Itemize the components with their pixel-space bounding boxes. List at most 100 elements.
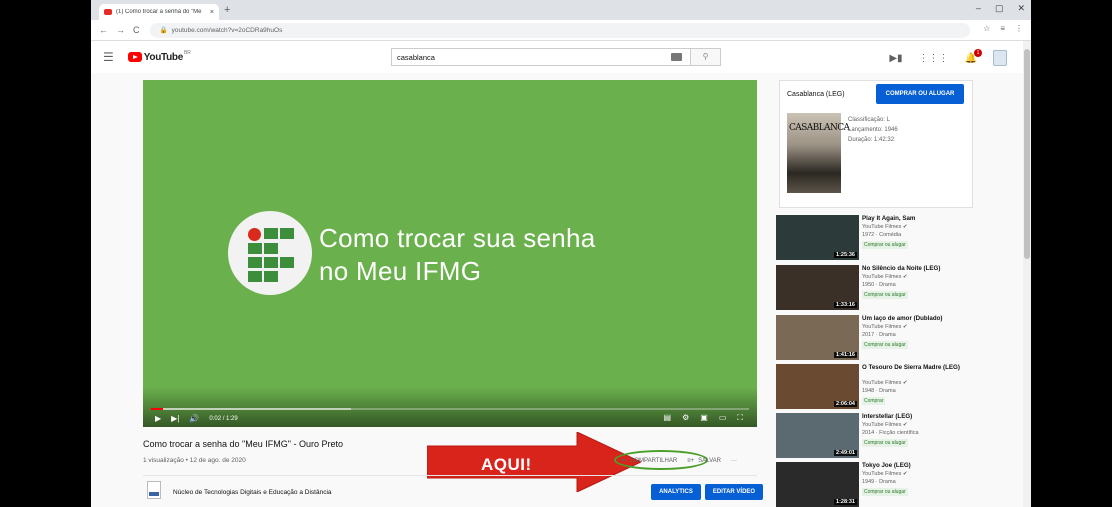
- notifications-bell-icon[interactable]: 🔔 1: [965, 48, 982, 64]
- movie-release: Lançamento: 1946: [848, 127, 898, 133]
- progress-bar[interactable]: [151, 408, 749, 410]
- recommendation-thumbnail[interactable]: 1:33:16: [776, 265, 859, 310]
- next-icon[interactable]: ▶|: [171, 414, 179, 423]
- recommendation-item[interactable]: 2:06:04 O Tesouro De Sierra Madre (LEG) Yo…: [776, 364, 976, 412]
- create-video-icon[interactable]: ▶▮: [889, 53, 902, 64]
- restore-icon[interactable]: ▢: [995, 3, 1004, 14]
- recommendation-channel[interactable]: YouTube Filmes ✔: [862, 471, 907, 477]
- bookmark-star-icon[interactable]: ☆: [983, 24, 990, 33]
- edit-video-button[interactable]: EDITAR VÍDEO: [705, 484, 763, 500]
- movie-poster[interactable]: CASABLANCA: [787, 113, 850, 193]
- recommendation-thumbnail[interactable]: 2:49:01: [776, 413, 859, 458]
- account-avatar[interactable]: [993, 50, 1007, 66]
- recommendation-title[interactable]: Um laço de amor (Dublado): [862, 315, 970, 323]
- recommendation-thumbnail[interactable]: 1:28:31: [776, 462, 859, 507]
- share-button[interactable]: ➦ COMPARTILHAR: [621, 457, 678, 465]
- recommendation-thumbnail[interactable]: 1:25:36: [776, 215, 859, 260]
- purchase-badge: Comprar: [862, 397, 886, 405]
- play-icon[interactable]: ▶: [155, 414, 161, 423]
- recommendation-title[interactable]: O Tesouro De Sierra Madre (LEG): [862, 364, 970, 372]
- recommendation-item[interactable]: 1:28:31 Tokyo Joe (LEG) YouTube Filmes ✔ 19…: [776, 462, 976, 507]
- window-controls: – ▢ ✕: [976, 3, 1025, 14]
- theater-mode-icon[interactable]: ▭: [719, 413, 727, 423]
- annotation-label: AQUI!: [481, 455, 532, 474]
- reload-icon[interactable]: C: [133, 25, 140, 35]
- poster-title: CASABLANCA: [789, 123, 850, 133]
- movie-info: Classificação: L Lançamento: 1946 Duraçã…: [848, 115, 898, 145]
- close-tab-icon[interactable]: ×: [210, 9, 214, 16]
- forward-icon[interactable]: →: [116, 25, 125, 35]
- apps-grid-icon[interactable]: ⋮⋮⋮: [919, 53, 949, 64]
- tab-strip: (1) Como trocar a senha do "Me × + – ▢ ✕: [91, 0, 1031, 20]
- youtube-header: ☰ YouTube BR casablanca ⚲ ▶▮ ⋮⋮⋮ 🔔 1: [91, 41, 1031, 73]
- movie-title[interactable]: Casablanca (LEG): [787, 91, 845, 98]
- reading-list-icon[interactable]: ≡: [1000, 24, 1005, 33]
- video-title: Como trocar a senha do "Meu IFMG" - Ouro…: [143, 439, 343, 449]
- recommendation-channel[interactable]: YouTube Filmes ✔: [862, 380, 907, 386]
- miniplayer-icon[interactable]: ▣: [700, 413, 708, 423]
- recommendation-meta: 1949 · Drama: [862, 479, 896, 485]
- scrollbar-thumb[interactable]: [1024, 49, 1030, 259]
- notification-badge: 1: [974, 48, 982, 57]
- recommendation-title[interactable]: Interstellar (LEG): [862, 413, 970, 421]
- share-label: COMPARTILHAR: [630, 457, 678, 464]
- divider: [143, 475, 757, 476]
- minimize-icon[interactable]: –: [976, 3, 981, 14]
- header-actions: ▶▮ ⋮⋮⋮ 🔔 1: [889, 48, 1007, 66]
- video-player[interactable]: Como trocar sua senha no Meu IFMG ▶ ▶| 🔊…: [143, 80, 757, 427]
- search-input[interactable]: casablanca ⚲: [391, 48, 721, 66]
- recommendation-channel[interactable]: YouTube Filmes ✔: [862, 324, 907, 330]
- recommendation-title[interactable]: Tokyo Joe (LEG): [862, 462, 970, 470]
- recommendation-item[interactable]: 2:49:01 Interstellar (LEG) YouTube Filmes …: [776, 413, 976, 461]
- analytics-button[interactable]: ANALYTICS: [651, 484, 701, 500]
- player-controls-right: ▤ ⚙ ▣ ▭ ⛶: [664, 413, 743, 423]
- buy-or-rent-button[interactable]: COMPRAR OU ALUGAR: [876, 84, 964, 104]
- video-slide-title-line2: no Meu IFMG: [319, 256, 482, 286]
- recommendation-channel[interactable]: YouTube Filmes ✔: [862, 224, 907, 230]
- browser-tab[interactable]: (1) Como trocar a senha do "Me ×: [99, 4, 219, 20]
- browser-menu-icon[interactable]: ⋮: [1015, 24, 1023, 33]
- save-label: SALVAR: [698, 457, 721, 464]
- recommendation-item[interactable]: 1:25:36 Play It Again, Sam YouTube Filmes …: [776, 215, 976, 263]
- close-window-icon[interactable]: ✕: [1017, 3, 1025, 14]
- back-icon[interactable]: ←: [99, 25, 108, 35]
- recommendation-item[interactable]: 1:33:16 No Silêncio da Noite (LEG) YouTube…: [776, 265, 976, 313]
- recommendation-channel[interactable]: YouTube Filmes ✔: [862, 274, 907, 280]
- lock-icon: 🔒: [159, 27, 168, 34]
- channel-name[interactable]: Núcleo de Tecnologias Digitais e Educaçã…: [173, 489, 332, 496]
- search-icon: ⚲: [702, 52, 709, 61]
- save-button[interactable]: ≡+ SALVAR: [687, 458, 721, 464]
- region-code: BR: [183, 50, 191, 56]
- movie-duration: Duração: 1:42:32: [848, 137, 895, 143]
- time-display: 0:02 / 1:29: [209, 415, 238, 422]
- volume-icon[interactable]: 🔊: [189, 414, 199, 423]
- channel-avatar[interactable]: [147, 481, 161, 499]
- player-controls-left: ▶ ▶| 🔊 0:02 / 1:29: [155, 414, 238, 423]
- recommendation-item[interactable]: 1:41:16 Um laço de amor (Dublado) YouTube …: [776, 315, 976, 363]
- fullscreen-icon[interactable]: ⛶: [737, 413, 743, 423]
- search-button[interactable]: ⚲: [690, 49, 720, 65]
- buffer-bar: [151, 408, 351, 410]
- ifmg-logo-icon: [228, 211, 312, 295]
- subtitles-icon[interactable]: ▤: [664, 413, 672, 423]
- new-tab-button[interactable]: +: [224, 4, 230, 16]
- more-actions-icon[interactable]: ···: [731, 458, 737, 464]
- purchase-badge: Comprar ou alugar: [862, 488, 908, 496]
- recommendation-title[interactable]: No Silêncio da Noite (LEG): [862, 265, 970, 273]
- movie-offer-card: Casablanca (LEG) COMPRAR OU ALUGAR CASAB…: [779, 80, 973, 208]
- youtube-logo[interactable]: YouTube BR: [127, 50, 191, 63]
- duration-badge: 1:25:36: [834, 252, 857, 258]
- recommendation-title[interactable]: Play It Again, Sam: [862, 215, 970, 223]
- recommendation-thumbnail[interactable]: 2:06:04: [776, 364, 859, 409]
- page-scrollbar[interactable]: [1023, 41, 1031, 507]
- recommendation-channel[interactable]: YouTube Filmes ✔: [862, 422, 907, 428]
- duration-badge: 2:49:01: [834, 450, 857, 456]
- duration-badge: 1:41:16: [834, 352, 857, 358]
- hamburger-menu-icon[interactable]: ☰: [103, 50, 114, 64]
- red-arrow-annotation: [427, 432, 641, 492]
- address-bar[interactable]: 🔒 youtube.com/watch?v=2oCDRa9huOs: [149, 22, 970, 38]
- keyboard-icon[interactable]: [671, 53, 682, 61]
- recommendation-meta: 1950 · Drama: [862, 282, 896, 288]
- recommendation-thumbnail[interactable]: 1:41:16: [776, 315, 859, 360]
- settings-gear-icon[interactable]: ⚙: [682, 413, 689, 423]
